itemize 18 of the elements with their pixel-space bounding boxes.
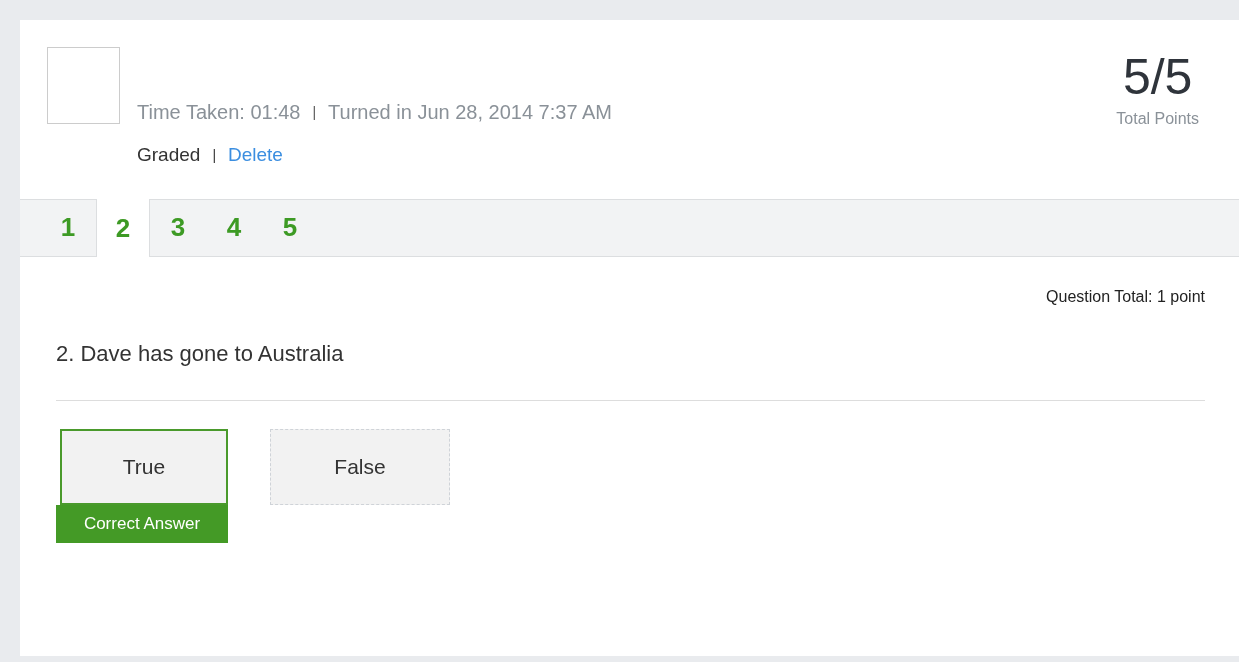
total-score: 5/5: [1122, 48, 1193, 107]
question-total: Question Total: 1 point: [1046, 287, 1205, 307]
separator: |: [212, 145, 216, 165]
correct-answer-badge: Correct Answer: [56, 505, 228, 543]
question-text: 2. Dave has gone to Australia: [56, 341, 344, 366]
question-tab[interactable]: 4: [206, 199, 262, 256]
question-tab[interactable]: 1: [40, 199, 96, 256]
answer-option[interactable]: True: [60, 429, 228, 505]
question-tab[interactable]: 5: [262, 199, 318, 256]
separator: |: [312, 102, 317, 122]
graded-status: Graded: [137, 143, 201, 167]
question-tab[interactable]: 2: [96, 199, 150, 257]
time-taken: Time Taken: 01:48: [137, 100, 301, 125]
delete-link[interactable]: Delete: [228, 141, 283, 170]
turned-in-date: Turned in Jun 28, 2014 7:37 AM: [328, 100, 612, 125]
answer-option[interactable]: False: [270, 429, 450, 505]
total-points-label: Total Points: [1116, 109, 1199, 129]
question-tab[interactable]: 3: [150, 199, 206, 256]
